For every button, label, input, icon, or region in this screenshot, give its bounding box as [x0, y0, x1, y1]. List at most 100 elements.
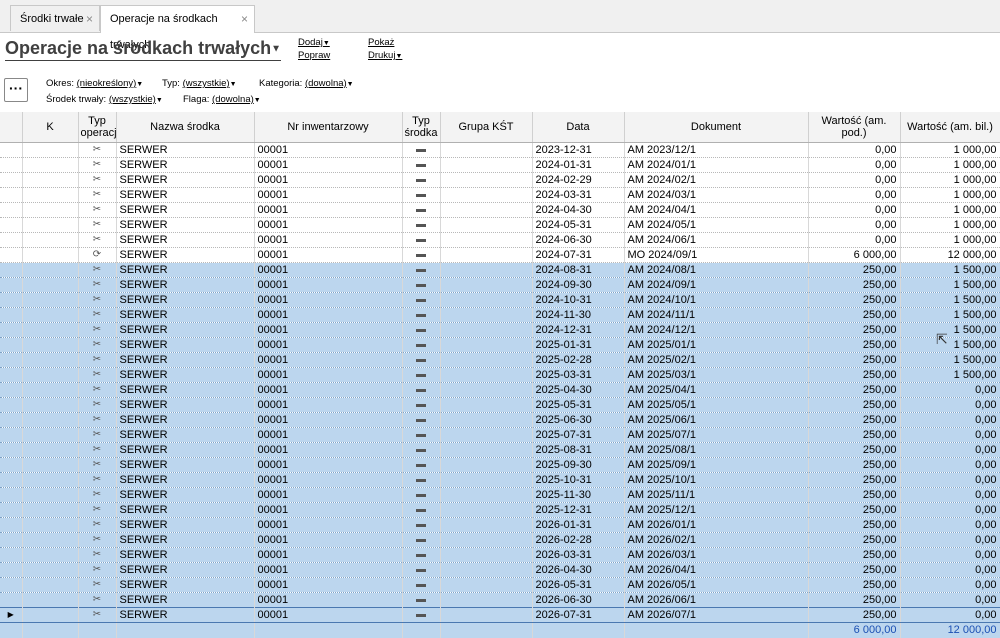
tab-srodki-trwale[interactable]: Środki trwałe × — [10, 5, 100, 31]
column-header-wartosc-am-pod[interactable]: Wartość (am. pod.) — [808, 112, 901, 143]
cell-k — [22, 457, 79, 473]
table-row[interactable]: ✂ SERWER 00001 ▬ 2024-12-31 AM 2024/12/1 250,0… — [0, 322, 1000, 338]
cell-wartosc-am-bil: 1 000,00 — [900, 217, 1000, 233]
scissors-icon: ✂ — [78, 262, 117, 278]
computer-icon: ▬ — [402, 457, 441, 473]
scissors-icon: ✂ — [78, 592, 117, 608]
table-row[interactable]: ✂ SERWER 00001 ▬ 2026-03-31 AM 2026/03/1 250,0… — [0, 547, 1000, 563]
table-row[interactable]: ✂ SERWER 00001 ▬ 2024-05-31 AM 2024/05/1 0,00 1… — [0, 217, 1000, 233]
table-row[interactable]: ✂ SERWER 00001 ▬ 2025-05-31 AM 2025/05/1 250,0… — [0, 397, 1000, 413]
cell-wartosc-am-bil: 1 500,00 — [900, 337, 1000, 353]
cell-wartosc-am-bil: 0,00 — [900, 577, 1000, 593]
column-header-typ-operacji[interactable]: Typ operacji — [78, 112, 117, 143]
table-row[interactable]: ✂ SERWER 00001 ▬ 2026-02-28 AM 2026/02/1 250,0… — [0, 532, 1000, 548]
cell-data: 2025-06-30 — [532, 412, 625, 428]
table-row[interactable]: ✂ SERWER 00001 ▬ 2024-09-30 AM 2024/09/1 250,0… — [0, 277, 1000, 293]
column-header-typ-srodka[interactable]: Typ środka — [402, 112, 441, 143]
cell-nazwa-srodka: SERWER — [116, 532, 255, 548]
cell-k — [22, 217, 79, 233]
row-indicator — [0, 592, 23, 608]
row-indicator — [0, 577, 23, 593]
cell-wartosc-am-pod: 6 000,00 — [808, 247, 901, 263]
cell-nazwa-srodka: SERWER — [116, 352, 255, 368]
cell-nr-inwentarzowy: 00001 — [254, 247, 403, 263]
cell-dokument: AM 2024/08/1 — [624, 262, 809, 278]
table-row[interactable]: ✂ SERWER 00001 ▬ 2024-01-31 AM 2024/01/1 0,00 1… — [0, 157, 1000, 173]
table-row[interactable]: ✂ SERWER 00001 ▬ 2025-10-31 AM 2025/10/1 250,0… — [0, 472, 1000, 488]
tab-label: Środki trwałe — [20, 13, 84, 25]
total-am-bil: 12 000,00 — [900, 622, 1000, 638]
print-button[interactable]: Drukuj▼ — [368, 50, 402, 61]
cell-nr-inwentarzowy: 00001 — [254, 547, 403, 563]
page-title[interactable]: Operacje na środkach trwałych▼ — [5, 37, 282, 62]
table-row[interactable]: ✂ SERWER 00001 ▬ 2024-11-30 AM 2024/11/1 250,0… — [0, 307, 1000, 323]
row-indicator — [0, 172, 23, 188]
table-row[interactable]: ✂ SERWER 00001 ▬ 2025-03-31 AM 2025/03/1 250,0… — [0, 367, 1000, 383]
flag-filter[interactable]: Flaga: (dowolna)▼ — [183, 94, 261, 105]
add-button[interactable]: Dodaj▼ — [298, 37, 330, 48]
table-row[interactable]: ✂ SERWER 00001 ▬ 2025-02-28 AM 2025/02/1 250,0… — [0, 352, 1000, 368]
table-row[interactable]: ✂ SERWER 00001 ▬ 2024-06-30 AM 2024/06/1 0,00 1… — [0, 232, 1000, 248]
more-options-button[interactable]: ··· — [4, 78, 28, 102]
column-header-nazwa-srodka[interactable]: Nazwa środka — [116, 112, 255, 143]
asset-filter[interactable]: Środek trwały: (wszystkie)▼ — [46, 94, 163, 105]
cell-data: 2023-12-31 — [532, 142, 625, 158]
table-row[interactable]: ✂ SERWER 00001 ▬ 2025-12-31 AM 2025/12/1 250,0… — [0, 502, 1000, 518]
table-row[interactable]: ⟳ SERWER 00001 ▬ 2024-07-31 MO 2024/09/1 6 000… — [0, 247, 1000, 263]
period-filter[interactable]: Okres: (nieokreślony)▼ — [46, 78, 143, 89]
column-header-wartosc-am-bil[interactable]: Wartość (am. bil.) — [900, 112, 1000, 143]
row-indicator — [0, 352, 23, 368]
cell-wartosc-am-bil: 0,00 — [900, 472, 1000, 488]
table-row[interactable]: ✂ SERWER 00001 ▬ 2025-11-30 AM 2025/11/1 250,0… — [0, 487, 1000, 503]
cell-nr-inwentarzowy: 00001 — [254, 322, 403, 338]
cell-grupa-kst — [440, 532, 533, 548]
table-row[interactable]: ✂ SERWER 00001 ▬ 2025-09-30 AM 2025/09/1 250,0… — [0, 457, 1000, 473]
table-row[interactable]: ✂ SERWER 00001 ▬ 2025-08-31 AM 2025/08/1 250,0… — [0, 442, 1000, 458]
table-row[interactable]: ✂ SERWER 00001 ▬ 2024-10-31 AM 2024/10/1 250,0… — [0, 292, 1000, 308]
cell-wartosc-am-pod: 250,00 — [808, 517, 901, 533]
table-row[interactable]: ✂ SERWER 00001 ▬ 2024-02-29 AM 2024/02/1 0,00 1… — [0, 172, 1000, 188]
cell-dokument: AM 2024/03/1 — [624, 187, 809, 203]
table-row[interactable]: ✂ SERWER 00001 ▬ 2025-07-31 AM 2025/07/1 250,0… — [0, 427, 1000, 443]
column-header-data[interactable]: Data — [532, 112, 625, 143]
category-filter[interactable]: Kategoria: (dowolna)▼ — [259, 78, 354, 89]
show-button[interactable]: Pokaż — [368, 37, 394, 48]
cell-data: 2026-06-30 — [532, 592, 625, 608]
cell-wartosc-am-bil: 0,00 — [900, 412, 1000, 428]
cell-nazwa-srodka: SERWER — [116, 442, 255, 458]
table-row[interactable]: ✂ SERWER 00001 ▬ 2026-04-30 AM 2026/04/1 250,0… — [0, 562, 1000, 578]
cell-data: 2024-04-30 — [532, 202, 625, 218]
cell-wartosc-am-bil: 0,00 — [900, 502, 1000, 518]
table-row[interactable]: ✂ SERWER 00001 ▬ 2025-06-30 AM 2025/06/1 250,0… — [0, 412, 1000, 428]
table-row[interactable]: ✂ SERWER 00001 ▬ 2023-12-31 AM 2023/12/1 0,00 1… — [0, 142, 1000, 158]
table-row[interactable]: ▶ ✂ SERWER 00001 ▬ 2026-07-31 AM 2026/07/1 250,… — [0, 606, 1000, 623]
row-indicator — [0, 457, 23, 473]
edit-button[interactable]: Popraw — [298, 50, 330, 61]
table-row[interactable]: ✂ SERWER 00001 ▬ 2026-06-30 AM 2026/06/1 250,0… — [0, 592, 1000, 608]
table-row[interactable]: ✂ SERWER 00001 ▬ 2024-03-31 AM 2024/03/1 0,00 1… — [0, 187, 1000, 203]
table-row[interactable]: ✂ SERWER 00001 ▬ 2025-04-30 AM 2025/04/1 250,0… — [0, 382, 1000, 398]
tab-operacje[interactable]: Operacje na środkach trwałych × — [100, 5, 255, 51]
close-icon[interactable]: × — [86, 6, 93, 32]
column-header-k[interactable]: K — [22, 112, 79, 143]
table-row[interactable]: ✂ SERWER 00001 ▬ 2024-04-30 AM 2024/04/1 0,00 1… — [0, 202, 1000, 218]
column-header-grupa-kst[interactable]: Grupa KŚT — [440, 112, 533, 143]
row-indicator — [0, 547, 23, 563]
cell-nazwa-srodka: SERWER — [116, 412, 255, 428]
table-row[interactable]: ✂ SERWER 00001 ▬ 2026-01-31 AM 2026/01/1 250,0… — [0, 517, 1000, 533]
close-icon[interactable]: × — [241, 6, 248, 32]
cell-grupa-kst — [440, 472, 533, 488]
table-row[interactable]: ✂ SERWER 00001 ▬ 2024-08-31 AM 2024/08/1 250,0… — [0, 262, 1000, 278]
cell-grupa-kst — [440, 547, 533, 563]
table-row[interactable]: ✂ SERWER 00001 ▬ 2026-05-31 AM 2026/05/1 250,0… — [0, 577, 1000, 593]
table-row[interactable]: ✂ SERWER 00001 ▬ 2025-01-31 AM 2025/01/1 250,0… — [0, 337, 1000, 353]
cell-nazwa-srodka: SERWER — [116, 307, 255, 323]
column-header-dokument[interactable]: Dokument — [624, 112, 809, 143]
scissors-icon: ✂ — [78, 202, 117, 218]
type-filter[interactable]: Typ: (wszystkie)▼ — [162, 78, 237, 89]
cell-nazwa-srodka: SERWER — [116, 502, 255, 518]
column-header-nr-inwentarzowy[interactable]: Nr inwentarzowy — [254, 112, 403, 143]
cell-k — [22, 172, 79, 188]
scissors-icon: ✂ — [78, 337, 117, 353]
cell-nr-inwentarzowy: 00001 — [254, 502, 403, 518]
